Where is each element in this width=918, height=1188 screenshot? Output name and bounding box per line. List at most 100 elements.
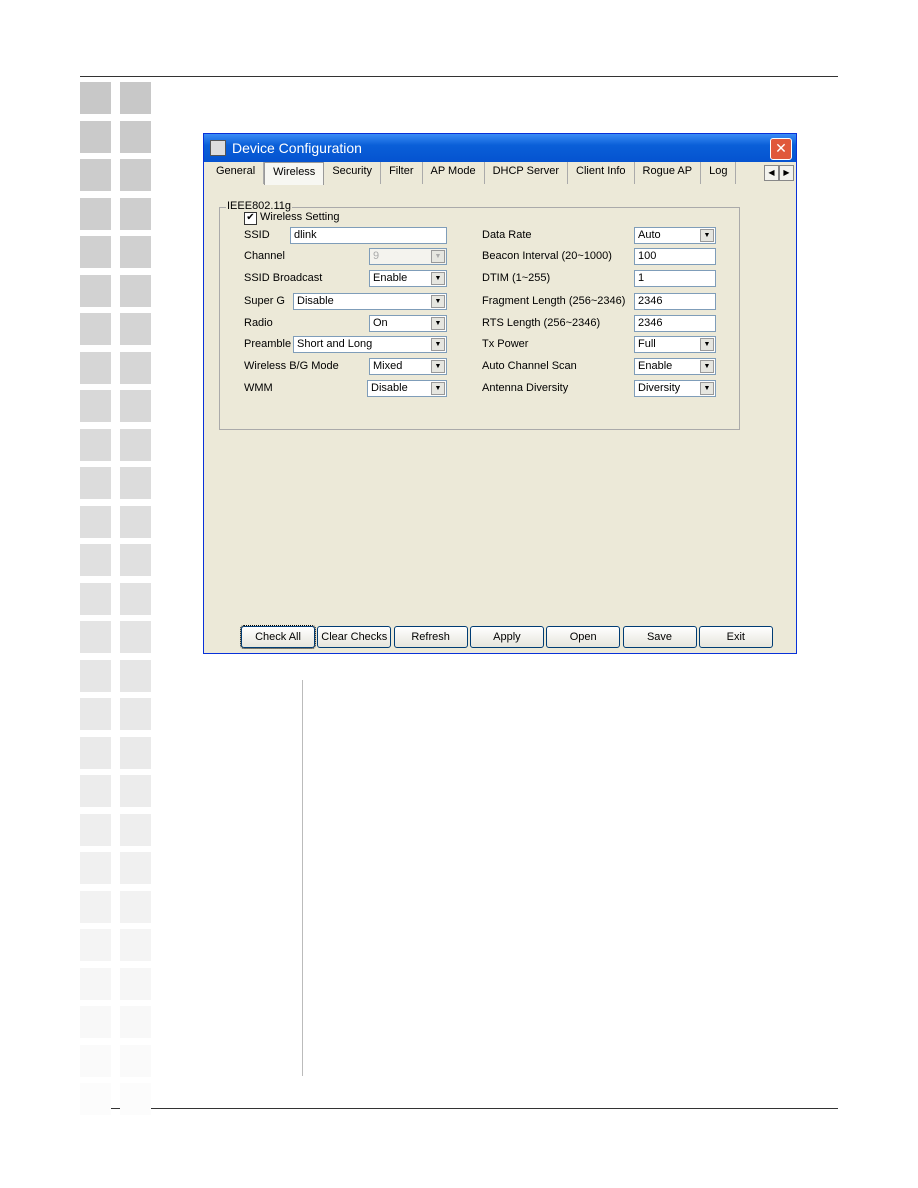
tab-wireless[interactable]: Wireless (264, 162, 325, 185)
title-bar[interactable]: Device Configuration ✕ (204, 134, 796, 162)
save-button[interactable]: Save (622, 626, 697, 648)
ssid-broadcast-select[interactable]: Enable ▼ (369, 270, 447, 287)
chevron-down-icon[interactable]: ▼ (700, 382, 714, 395)
decorative-square (120, 236, 151, 268)
auto-channel-scan-select[interactable]: Enable ▼ (634, 358, 716, 375)
tab-ap-mode[interactable]: AP Mode (423, 162, 485, 184)
preamble-label: Preamble (244, 338, 292, 350)
fragment-length-256-2346-label: Fragment Length (256~2346) (482, 295, 626, 307)
decorative-square (120, 120, 151, 153)
ssid-label: SSID (244, 229, 270, 241)
decorative-square (80, 736, 111, 769)
chevron-down-icon[interactable]: ▼ (431, 317, 445, 330)
wireless-setting-checkbox[interactable]: ✔ (244, 212, 257, 225)
decorative-square (80, 544, 111, 576)
tab-security[interactable]: Security (324, 162, 382, 184)
decorative-square (80, 505, 111, 538)
decorative-square (120, 890, 151, 923)
chevron-down-icon[interactable]: ▼ (431, 250, 445, 263)
wireless-b-g-mode-label: Wireless B/G Mode (244, 360, 339, 372)
fragment-length-256-2346-input[interactable]: 2346 (634, 293, 716, 310)
antenna-diversity-label: Antenna Diversity (482, 382, 569, 394)
decorative-square (80, 1044, 111, 1077)
chevron-down-icon[interactable]: ▼ (431, 295, 445, 308)
decorative-square (120, 698, 151, 730)
decorative-square (80, 313, 111, 345)
chevron-down-icon[interactable]: ▼ (700, 229, 714, 242)
wmm-select[interactable]: Disable ▼ (367, 380, 447, 397)
chevron-down-icon[interactable]: ▼ (431, 272, 445, 285)
tab-scroll-right-icon[interactable]: ▶ (779, 165, 794, 181)
ieee80211g-group: IEEE802.11g ✔ Wireless Setting SSID dlink… (219, 200, 740, 430)
channel-select[interactable]: 9 ▼ (369, 248, 447, 265)
chevron-down-icon[interactable]: ▼ (700, 338, 714, 351)
decorative-square (80, 659, 111, 692)
ssid-broadcast-value: Enable (373, 272, 408, 284)
chevron-down-icon[interactable]: ▼ (431, 360, 445, 373)
decorative-square (80, 159, 111, 191)
data-rate-select[interactable]: Auto ▼ (634, 227, 716, 244)
decorative-square (120, 775, 151, 807)
tab-client-info[interactable]: Client Info (568, 162, 635, 184)
decorative-square (80, 967, 111, 1000)
decorative-square (120, 621, 151, 653)
wmm-value: Disable (371, 382, 408, 394)
decorative-square (120, 659, 151, 692)
decorative-square (120, 390, 151, 422)
chevron-down-icon[interactable]: ▼ (700, 360, 714, 373)
decorative-square (80, 120, 111, 153)
decorative-square (120, 197, 151, 230)
decorative-square (120, 82, 151, 114)
app-icon (210, 140, 226, 156)
super-g-select[interactable]: Disable ▼ (293, 293, 447, 310)
chevron-down-icon[interactable]: ▼ (431, 382, 445, 395)
beacon-interval-20-1000-label: Beacon Interval (20~1000) (482, 250, 612, 262)
tab-general[interactable]: General (208, 162, 265, 184)
open-button[interactable]: Open (546, 626, 621, 648)
beacon-interval-20-1000-input[interactable]: 100 (634, 248, 716, 265)
tx-power-label: Tx Power (482, 338, 529, 350)
decorative-square (120, 428, 151, 461)
decorative-square (80, 197, 111, 230)
divider (302, 680, 303, 1076)
chevron-down-icon[interactable]: ▼ (431, 338, 445, 351)
ssid-value: dlink (294, 229, 317, 241)
decorative-square (80, 82, 111, 114)
decorative-square (80, 428, 111, 461)
close-button[interactable]: ✕ (770, 138, 792, 160)
ssid-input[interactable]: dlink (290, 227, 447, 244)
refresh-button[interactable]: Refresh (393, 626, 468, 648)
decorative-square (120, 159, 151, 191)
decorative-square (120, 736, 151, 769)
tx-power-select[interactable]: Full ▼ (634, 336, 716, 353)
tab-scroll-left-icon[interactable]: ◀ (764, 165, 779, 181)
wireless-setting-label: Wireless Setting (260, 211, 340, 223)
antenna-diversity-value: Diversity (638, 382, 681, 394)
decorative-square (80, 467, 111, 499)
tab-filter[interactable]: Filter (381, 162, 423, 184)
rts-length-256-2346-input[interactable]: 2346 (634, 315, 716, 332)
beacon-interval-20-1000-value: 100 (638, 250, 657, 262)
antenna-diversity-select[interactable]: Diversity ▼ (634, 380, 716, 397)
exit-button[interactable]: Exit (698, 626, 773, 648)
decorative-square (120, 274, 151, 307)
decorative-square (80, 775, 111, 807)
tab-dhcp-server[interactable]: DHCP Server (485, 162, 569, 184)
dtim-1-255-input[interactable]: 1 (634, 270, 716, 287)
clear-checks-button[interactable]: Clear Checks (317, 626, 392, 648)
decorative-square (120, 852, 151, 884)
wireless-b-g-mode-select[interactable]: Mixed ▼ (369, 358, 447, 375)
check-all-button[interactable]: Check All (240, 625, 316, 649)
decorative-square (80, 621, 111, 653)
preamble-select[interactable]: Short and Long ▼ (293, 336, 447, 353)
decorative-square (80, 929, 111, 961)
wmm-label: WMM (244, 382, 273, 394)
top-rule (80, 76, 838, 77)
tab-rogue-ap[interactable]: Rogue AP (635, 162, 702, 184)
rts-length-256-2346-label: RTS Length (256~2346) (482, 317, 601, 329)
radio-select[interactable]: On ▼ (369, 315, 447, 332)
super-g-value: Disable (297, 295, 334, 307)
apply-button[interactable]: Apply (469, 626, 544, 648)
window-title: Device Configuration (232, 140, 362, 156)
tab-log[interactable]: Log (701, 162, 737, 184)
